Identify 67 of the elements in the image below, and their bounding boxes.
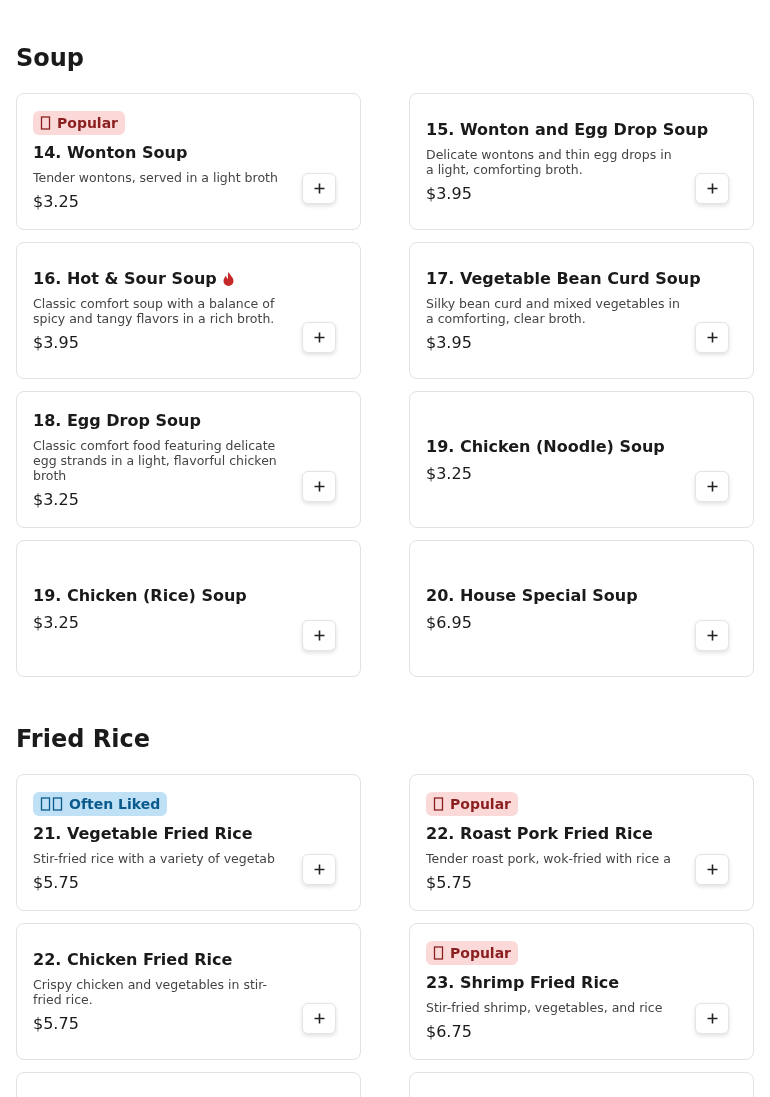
- plus-icon: [313, 183, 325, 194]
- dish-price: $3.95: [426, 183, 472, 205]
- box-glyph-icon: [433, 796, 444, 811]
- dish-price: $3.95: [33, 332, 79, 354]
- plus-icon: [313, 630, 325, 641]
- add-button[interactable]: [695, 471, 729, 502]
- add-button[interactable]: [302, 854, 336, 885]
- add-button[interactable]: [695, 322, 729, 353]
- dish-name: 21. Vegetable Fried Rice: [33, 822, 253, 845]
- dish-name: 14. Wonton Soup: [33, 141, 188, 164]
- box-glyph-icon: [433, 945, 444, 960]
- add-button[interactable]: [695, 173, 729, 204]
- dish-name: 17. Vegetable Bean Curd Soup: [426, 268, 701, 290]
- dish-name: 15. Wonton and Egg Drop Soup: [426, 119, 709, 141]
- add-button[interactable]: [302, 173, 336, 204]
- plus-icon: [313, 481, 325, 492]
- add-button[interactable]: [695, 854, 729, 885]
- dish-name: 16. Hot & Sour Soup: [33, 268, 217, 290]
- dish-price: $3.25: [33, 190, 79, 213]
- dish-description: Stir-fried rice with a variety of vegetab: [33, 850, 275, 866]
- dish-description: Tender wontons, served in a light broth: [33, 169, 278, 185]
- plus-icon: [313, 1013, 325, 1024]
- dish-description: Silky bean curd and mixed vegetables in a comforting, clear broth.: [426, 296, 681, 326]
- dish-price: $3.25: [426, 462, 472, 485]
- dish-price: $3.25: [33, 488, 79, 511]
- plus-icon: [313, 864, 325, 875]
- dish-description: Classic comfort food featuring delicate egg strands in a light, flavorful chicken broth: [33, 437, 278, 483]
- box-glyph-icon: [40, 796, 63, 811]
- dish-price: $5.75: [426, 871, 472, 894]
- dish-price: $3.25: [33, 611, 79, 634]
- add-button[interactable]: [302, 322, 336, 353]
- dish-name: 23. Shrimp Fried Rice: [426, 971, 620, 994]
- dish-description: Classic comfort soup with a balance of spicy and tangy flavors in a rich broth.: [33, 296, 276, 326]
- plus-icon: [706, 183, 718, 194]
- dish-price: $6.75: [426, 1020, 472, 1043]
- dish-description: Tender roast pork, wok-fried with rice a: [426, 850, 671, 866]
- dish-description: Delicate wontons and thin egg drops in a light, comforting broth.: [426, 147, 673, 177]
- dish-price: $5.75: [33, 1013, 79, 1035]
- dish-name: 20. House Special Soup: [426, 584, 638, 607]
- plus-icon: [706, 630, 718, 641]
- add-button[interactable]: [302, 1003, 336, 1034]
- tag-badge: Popular: [33, 110, 126, 135]
- plus-icon: [706, 864, 718, 875]
- dish-description: Stir-fried shrimp, vegetables, and rice: [426, 999, 663, 1015]
- tag-badge: Popular: [426, 940, 519, 965]
- dish-price: $5.75: [33, 871, 79, 894]
- dish-name: 19. Chicken (Rice) Soup: [33, 584, 247, 607]
- plus-icon: [706, 1013, 718, 1024]
- tag-badge: Often Liked: [33, 791, 168, 816]
- dish-name: 22. Chicken Fried Rice: [33, 949, 233, 971]
- dish-name: 22. Roast Pork Fried Rice: [426, 822, 653, 845]
- add-button[interactable]: [695, 620, 729, 651]
- plus-icon: [313, 332, 325, 343]
- tag-badge: Popular: [426, 791, 519, 816]
- dish-description: Crispy chicken and vegetables in stir-fried rice.: [33, 977, 269, 1007]
- dish-name: 19. Chicken (Noodle) Soup: [426, 435, 665, 458]
- section-heading: Fried Rice: [16, 725, 151, 753]
- dish-price: $3.95: [426, 332, 472, 354]
- add-button[interactable]: [695, 1003, 729, 1034]
- section-heading: Soup: [16, 44, 86, 72]
- plus-icon: [706, 481, 718, 492]
- dish-name: 18. Egg Drop Soup: [33, 409, 201, 432]
- box-glyph-icon: [40, 115, 51, 130]
- plus-icon: [706, 332, 718, 343]
- add-button[interactable]: [302, 620, 336, 651]
- add-button[interactable]: [302, 471, 336, 502]
- dish-price: $6.95: [426, 611, 472, 634]
